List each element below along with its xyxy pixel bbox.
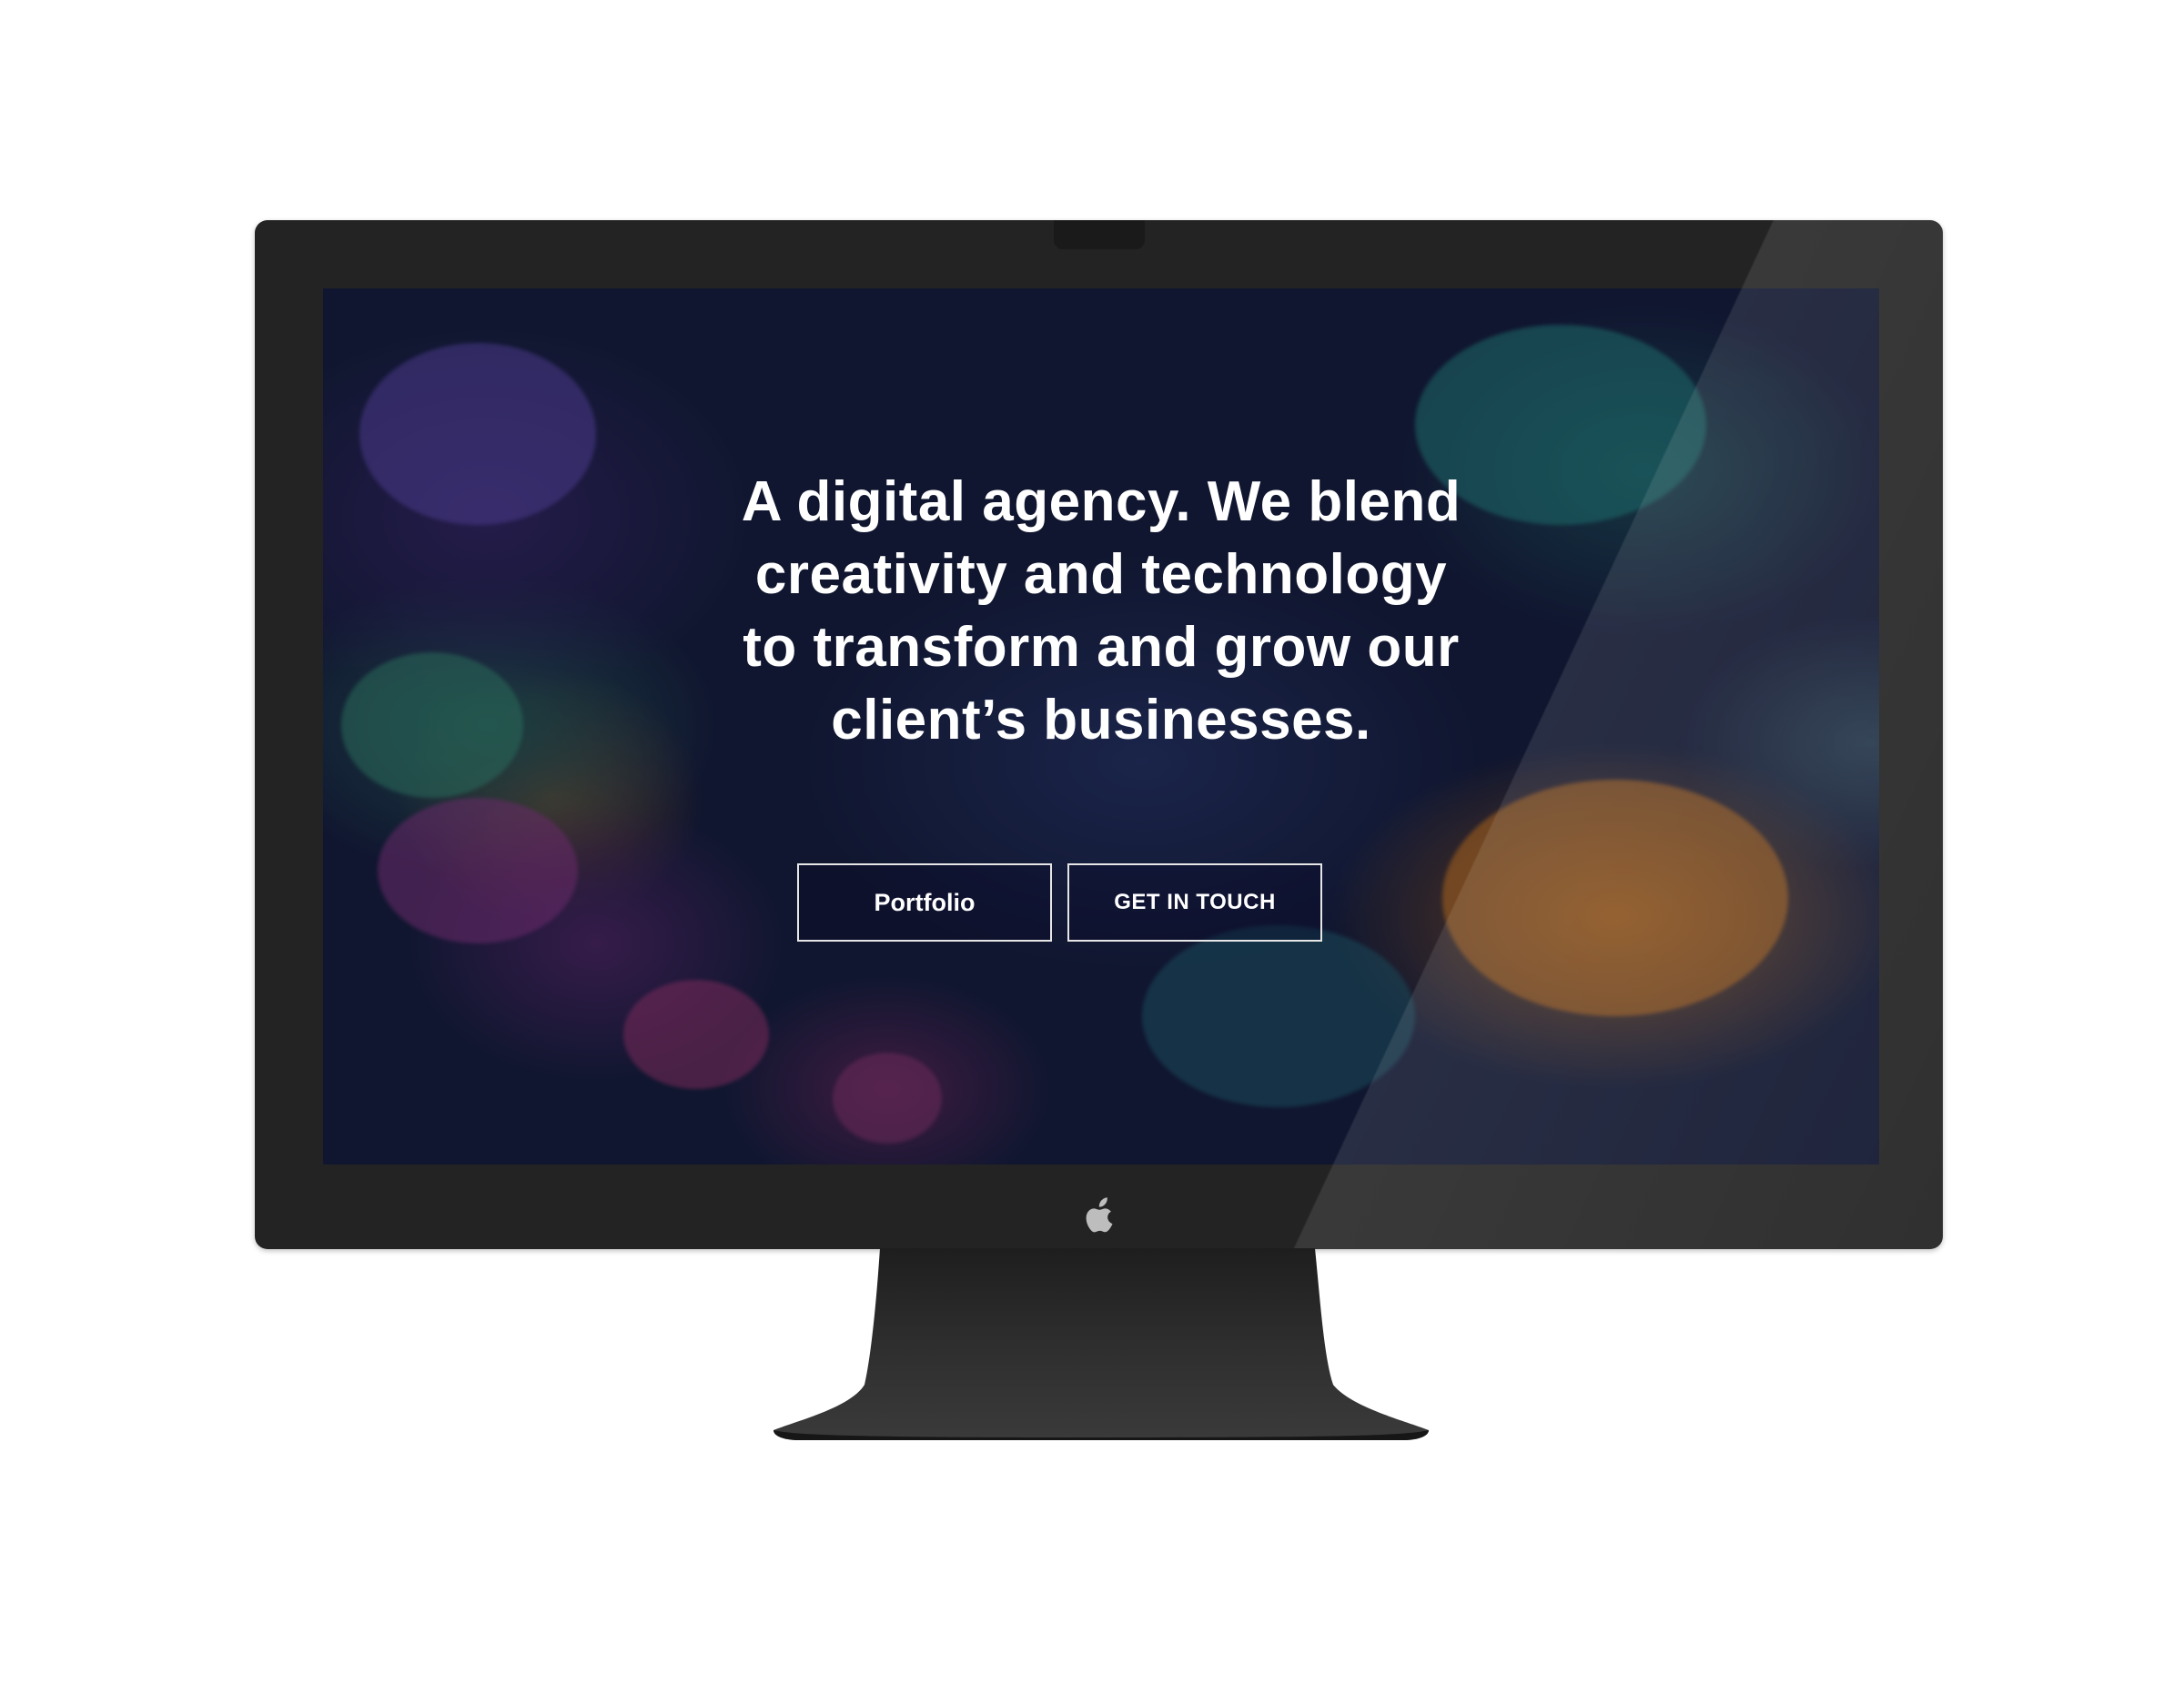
mockup-stage: A digital agency. We blend creativity an… <box>0 0 2184 1684</box>
camera-notch <box>1054 220 1145 249</box>
hero-section: A digital agency. We blend creativity an… <box>323 288 1879 1165</box>
monitor-bezel: A digital agency. We blend creativity an… <box>255 220 1943 1249</box>
website-screen: A digital agency. We blend creativity an… <box>323 288 1879 1165</box>
apple-logo-icon <box>1086 1197 1113 1233</box>
monitor-stand <box>774 1248 1429 1440</box>
get-in-touch-button[interactable]: GET IN TOUCH <box>1067 863 1322 942</box>
portfolio-button[interactable]: Portfolio <box>797 863 1052 942</box>
hero-headline: A digital agency. We blend creativity an… <box>741 470 1461 751</box>
